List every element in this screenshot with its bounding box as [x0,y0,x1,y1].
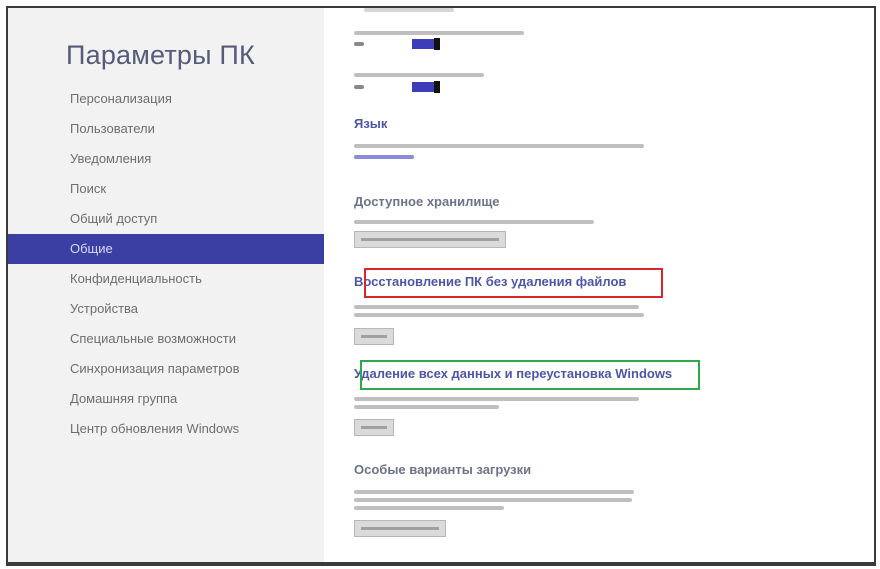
nav-item-search[interactable]: Поиск [8,174,324,204]
nav-item-share[interactable]: Общий доступ [8,204,324,234]
storage-description [354,220,594,224]
advanced-startup-description-2 [354,498,632,502]
language-section-title: Язык [354,116,388,131]
nav-item-accounts[interactable]: Пользователи [8,114,324,144]
reset-pc-description-2 [354,405,499,409]
frame-bottom-border [8,562,874,564]
advanced-startup-description-3 [354,506,504,510]
settings-content: Язык Доступное хранилище Восстановление … [324,8,874,564]
nav-item-homegroup[interactable]: Домашняя группа [8,384,324,414]
nav-item-privacy[interactable]: Конфиденциальность [8,264,324,294]
language-settings-link[interactable] [354,155,414,159]
view-app-sizes-button[interactable] [354,231,506,248]
settings-nav: Персонализация Пользователи Уведомления … [8,84,324,444]
refresh-pc-description-1 [354,305,639,309]
nav-item-ease-of-access[interactable]: Специальные возможности [8,324,324,354]
highlight-misspelled-description [354,73,484,77]
nav-item-devices[interactable]: Устройства [8,294,324,324]
refresh-start-button[interactable] [354,328,394,345]
highlight-misspelled-toggle-row [354,81,440,93]
advanced-startup-section-title: Особые варианты загрузки [354,462,532,477]
refresh-pc-description-2 [354,313,644,317]
nav-item-notifications[interactable]: Уведомления [8,144,324,174]
settings-sidebar: Параметры ПК Персонализация Пользователи… [8,8,324,564]
nav-item-sync-settings[interactable]: Синхронизация параметров [8,354,324,384]
autocorrect-description [354,31,524,35]
nav-item-personalization[interactable]: Персонализация [8,84,324,114]
nav-item-windows-update[interactable]: Центр обновления Windows [8,414,324,444]
app-title: Параметры ПК [66,40,255,70]
cropped-heading-text [364,8,454,12]
red-highlight-box [364,268,663,298]
highlight-misspelled-toggle[interactable] [412,81,440,93]
screenshot-frame: Параметры ПК Персонализация Пользователи… [6,6,876,566]
language-description [354,144,644,148]
storage-section-title: Доступное хранилище [354,194,500,209]
autocorrect-toggle-row [354,38,440,50]
autocorrect-toggle[interactable] [412,38,440,50]
reset-start-button[interactable] [354,419,394,436]
green-highlight-box [360,360,700,390]
toggle-state-label [354,85,364,89]
reset-pc-description-1 [354,397,639,401]
advanced-startup-description-1 [354,490,634,494]
nav-item-general[interactable]: Общие [8,234,324,264]
toggle-state-label [354,42,364,46]
restart-now-button[interactable] [354,520,446,537]
